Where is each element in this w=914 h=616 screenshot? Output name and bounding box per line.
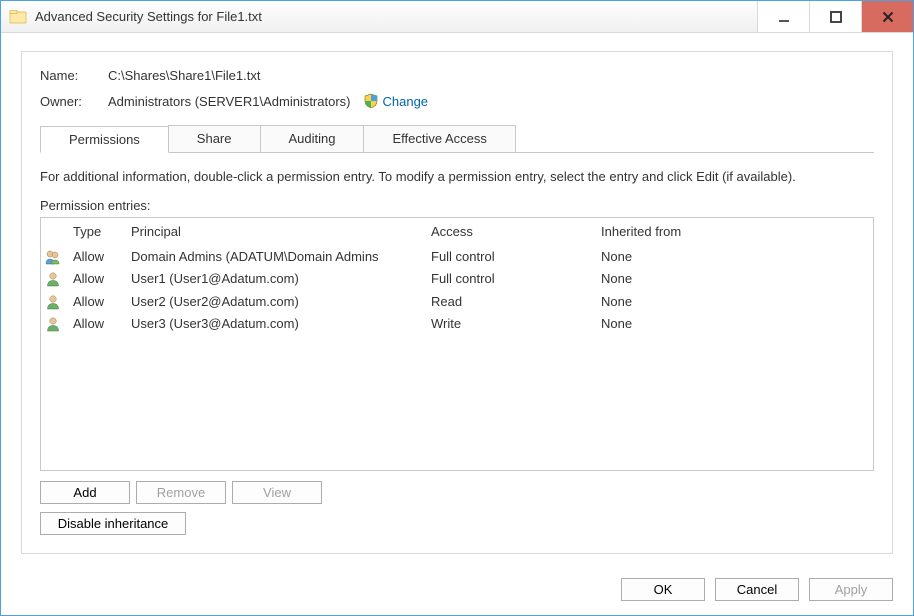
tab-label: Permissions — [69, 132, 140, 147]
cell-principal: User3 (User3@Adatum.com) — [123, 313, 423, 336]
apply-button[interactable]: Apply — [809, 578, 893, 601]
user-icon — [41, 290, 65, 313]
add-button[interactable]: Add — [40, 481, 130, 504]
cell-inherited: None — [593, 268, 873, 291]
titlebar-buttons — [757, 1, 913, 32]
name-row: Name: C:\Shares\Share1\File1.txt — [40, 68, 874, 83]
user-icon — [41, 313, 65, 336]
cell-access: Read — [423, 290, 593, 313]
cell-type: Allow — [65, 268, 123, 291]
column-access[interactable]: Access — [423, 218, 593, 245]
cell-inherited: None — [593, 245, 873, 268]
permissions-table: Type Principal Access Inherited from All… — [41, 218, 873, 335]
tab-auditing[interactable]: Auditing — [260, 125, 365, 152]
column-principal[interactable]: Principal — [123, 218, 423, 245]
cell-principal: User1 (User1@Adatum.com) — [123, 268, 423, 291]
disable-inheritance-button[interactable]: Disable inheritance — [40, 512, 186, 535]
tab-label: Auditing — [289, 131, 336, 146]
cell-access: Full control — [423, 245, 593, 268]
owner-value: Administrators (SERVER1\Administrators) — [108, 94, 351, 109]
shield-icon — [363, 93, 379, 109]
content-area: Name: C:\Shares\Share1\File1.txt Owner: … — [1, 33, 913, 568]
permissions-listbox[interactable]: Type Principal Access Inherited from All… — [40, 217, 874, 471]
owner-row: Owner: Administrators (SERVER1\Administr… — [40, 93, 874, 109]
cancel-button[interactable]: Cancel — [715, 578, 799, 601]
cell-principal: Domain Admins (ADATUM\Domain Admins — [123, 245, 423, 268]
column-icon[interactable] — [41, 218, 65, 245]
maximize-button[interactable] — [809, 1, 861, 32]
name-value: C:\Shares\Share1\File1.txt — [108, 68, 260, 83]
cell-inherited: None — [593, 290, 873, 313]
entries-label: Permission entries: — [40, 198, 874, 213]
column-inherited[interactable]: Inherited from — [593, 218, 873, 245]
minimize-icon — [778, 11, 790, 23]
minimize-button[interactable] — [757, 1, 809, 32]
name-label: Name: — [40, 68, 108, 83]
ok-button[interactable]: OK — [621, 578, 705, 601]
info-text: For additional information, double-click… — [40, 169, 874, 184]
main-panel: Name: C:\Shares\Share1\File1.txt Owner: … — [21, 51, 893, 554]
remove-button[interactable]: Remove — [136, 481, 226, 504]
close-button[interactable] — [861, 1, 913, 32]
table-row[interactable]: AllowUser1 (User1@Adatum.com)Full contro… — [41, 268, 873, 291]
maximize-icon — [830, 11, 842, 23]
tab-label: Share — [197, 131, 232, 146]
cell-type: Allow — [65, 245, 123, 268]
cell-inherited: None — [593, 313, 873, 336]
change-owner-link[interactable]: Change — [383, 94, 429, 109]
folder-icon — [9, 8, 27, 26]
titlebar: Advanced Security Settings for File1.txt — [1, 1, 913, 33]
cell-type: Allow — [65, 313, 123, 336]
footer-buttons: OK Cancel Apply — [1, 568, 913, 615]
table-header-row: Type Principal Access Inherited from — [41, 218, 873, 245]
tab-label: Effective Access — [392, 131, 486, 146]
tab-permissions[interactable]: Permissions — [40, 126, 169, 153]
tabs: Permissions Share Auditing Effective Acc… — [40, 125, 874, 153]
user-icon — [41, 268, 65, 291]
close-icon — [882, 11, 894, 23]
view-button[interactable]: View — [232, 481, 322, 504]
cell-type: Allow — [65, 290, 123, 313]
permission-buttons-row: Add Remove View — [40, 481, 874, 504]
tab-share[interactable]: Share — [168, 125, 261, 152]
tab-effective-access[interactable]: Effective Access — [363, 125, 515, 152]
table-row[interactable]: AllowDomain Admins (ADATUM\Domain Admins… — [41, 245, 873, 268]
cell-access: Full control — [423, 268, 593, 291]
column-type[interactable]: Type — [65, 218, 123, 245]
window: Advanced Security Settings for File1.txt… — [0, 0, 914, 616]
group-icon — [41, 245, 65, 268]
owner-label: Owner: — [40, 94, 108, 109]
window-title: Advanced Security Settings for File1.txt — [35, 9, 757, 24]
cell-access: Write — [423, 313, 593, 336]
table-row[interactable]: AllowUser2 (User2@Adatum.com)ReadNone — [41, 290, 873, 313]
table-row[interactable]: AllowUser3 (User3@Adatum.com)WriteNone — [41, 313, 873, 336]
cell-principal: User2 (User2@Adatum.com) — [123, 290, 423, 313]
